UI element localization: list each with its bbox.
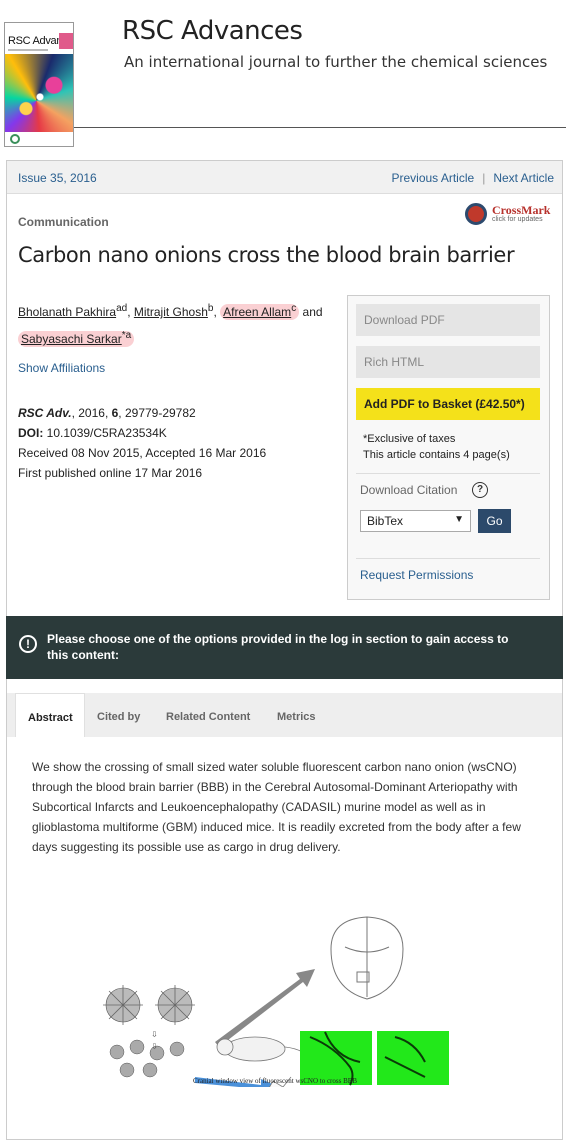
issue-link[interactable]: Issue 35, 2016 [18, 171, 97, 185]
brain-outline [330, 916, 404, 1000]
crossmark-badge[interactable]: CrossMark click for updates [465, 202, 559, 228]
journal-cover-image[interactable]: RSC Advances [4, 22, 74, 147]
article-tabs: Abstract Cited by Related Content Metric… [7, 693, 562, 737]
download-pdf-button[interactable]: Download PDF [356, 304, 540, 336]
author-name: Afreen Allam [223, 305, 292, 319]
tab-abstract[interactable]: Abstract [15, 693, 85, 737]
access-banner: ! Please choose one of the options provi… [6, 616, 563, 679]
tab-cited-by[interactable]: Cited by [97, 693, 157, 737]
journal-title[interactable]: RSC Advances [122, 16, 303, 46]
author-highlight: Sabyasachi Sarkar*a [18, 330, 135, 347]
graphical-abstract[interactable]: ⇩ ⇩ Cranial window view of fluorescent w… [95, 887, 455, 1117]
previous-article-link[interactable]: Previous Article [391, 171, 474, 185]
article-nav-bar: Issue 35, 2016 Previous Article | Next Art… [7, 161, 562, 194]
next-article-link[interactable]: Next Article [493, 171, 554, 185]
site-header: RSC Advances RSC Advances An internation… [0, 0, 566, 150]
sidebar-divider [356, 473, 540, 474]
tab-content: We show the crossing of small sized wate… [7, 737, 562, 1139]
abstract-text: We show the crossing of small sized wate… [32, 760, 521, 854]
citation-line: RSC Adv., 2016, 6, 29779-29782 [18, 403, 266, 423]
author-link[interactable]: Bholanath Pakhira [18, 305, 116, 319]
author-list: Bholanath Pakhiraad, Mitrajit Ghoshb, Af… [18, 297, 338, 351]
author-name: Mitrajit Ghosh [133, 305, 208, 319]
svg-text:⇩: ⇩ [151, 1030, 158, 1039]
citation-format-select[interactable]: BibTex ▼ [360, 510, 471, 532]
citation-block: RSC Adv., 2016, 6, 29779-29782 DOI: 10.1… [18, 403, 266, 483]
dropdown-caret-icon: ▼ [454, 514, 464, 525]
alert-icon: ! [19, 635, 37, 653]
cover-accent [59, 33, 73, 49]
sidebar-divider [356, 558, 540, 559]
svg-text:⇩: ⇩ [151, 1042, 158, 1051]
doi-label: DOI: [18, 426, 44, 440]
cover-subtitle-line [8, 49, 48, 51]
download-citation-label: Download Citation [360, 483, 458, 497]
author-name: Bholanath Pakhira [18, 305, 117, 319]
article-pager: Previous Article | Next Article [391, 171, 554, 185]
article-panel: Issue 35, 2016 Previous Article | Next Art… [6, 160, 563, 1140]
published-date: First published online 17 Mar 2016 [18, 466, 203, 480]
journal-subtitle: An international journal to further the … [124, 53, 548, 71]
crossmark-icon [465, 203, 487, 225]
author-separator: and [299, 305, 323, 319]
mouse-figure [216, 1036, 286, 1062]
pager-separator: | [482, 171, 486, 185]
show-affiliations-link[interactable]: Show Affiliations [18, 361, 105, 375]
author-link[interactable]: Afreen Allam [223, 305, 291, 319]
request-permissions-link[interactable]: Request Permissions [360, 568, 473, 582]
crossmark-sub: click for updates [492, 216, 543, 223]
tab-metrics[interactable]: Metrics [277, 693, 327, 737]
tab-related-content[interactable]: Related Content [166, 693, 266, 737]
figure-caption: Cranial window view of fluorescent wsCNO… [193, 1077, 358, 1085]
author-link[interactable]: Mitrajit Ghosh [134, 305, 208, 319]
author-highlight: Afreen Allamc [220, 303, 300, 320]
article-title: Carbon nano onions cross the blood brain… [18, 243, 515, 267]
graphical-abstract-image: ⇩ ⇩ [103, 916, 449, 1102]
tax-note: *Exclusive of taxes [363, 433, 456, 445]
author-affiliation: c [291, 303, 297, 314]
article-type: Communication [18, 215, 109, 229]
author-affiliation: *a [121, 330, 132, 341]
received-date: Received 08 Nov 2015, Accepted 16 Mar 20… [18, 446, 267, 460]
help-icon[interactable]: ? [472, 482, 488, 498]
author-link[interactable]: Sabyasachi Sarkar [21, 332, 122, 346]
rich-html-button[interactable]: Rich HTML [356, 346, 540, 378]
cover-artwork [5, 54, 73, 132]
doi-value[interactable]: 10.1039/C5RA23534K [43, 426, 167, 440]
rsc-logo-icon [10, 134, 20, 144]
header-divider [74, 127, 566, 128]
citation-format-value: BibTex [367, 514, 404, 528]
go-button[interactable]: Go [478, 509, 511, 533]
journal-abbrev: RSC Adv. [18, 406, 72, 420]
page-count-note: This article contains 4 page(s) [363, 449, 510, 461]
nano-onion-small [109, 1039, 185, 1078]
citation-pages: , 29779-29782 [118, 406, 196, 420]
doi-line: DOI: 10.1039/C5RA23534K [18, 423, 266, 443]
author-separator: , [127, 305, 134, 319]
citation-year: , 2016, [71, 406, 112, 420]
add-to-basket-button[interactable]: Add PDF to Basket (£42.50*) [356, 388, 540, 420]
access-sidebar: Download PDF Rich HTML Add PDF to Basket… [347, 295, 550, 600]
access-message: Please choose one of the options provide… [47, 632, 509, 662]
author-affiliation: ad [116, 303, 128, 314]
author-name: Sabyasachi Sarkar [21, 332, 122, 346]
